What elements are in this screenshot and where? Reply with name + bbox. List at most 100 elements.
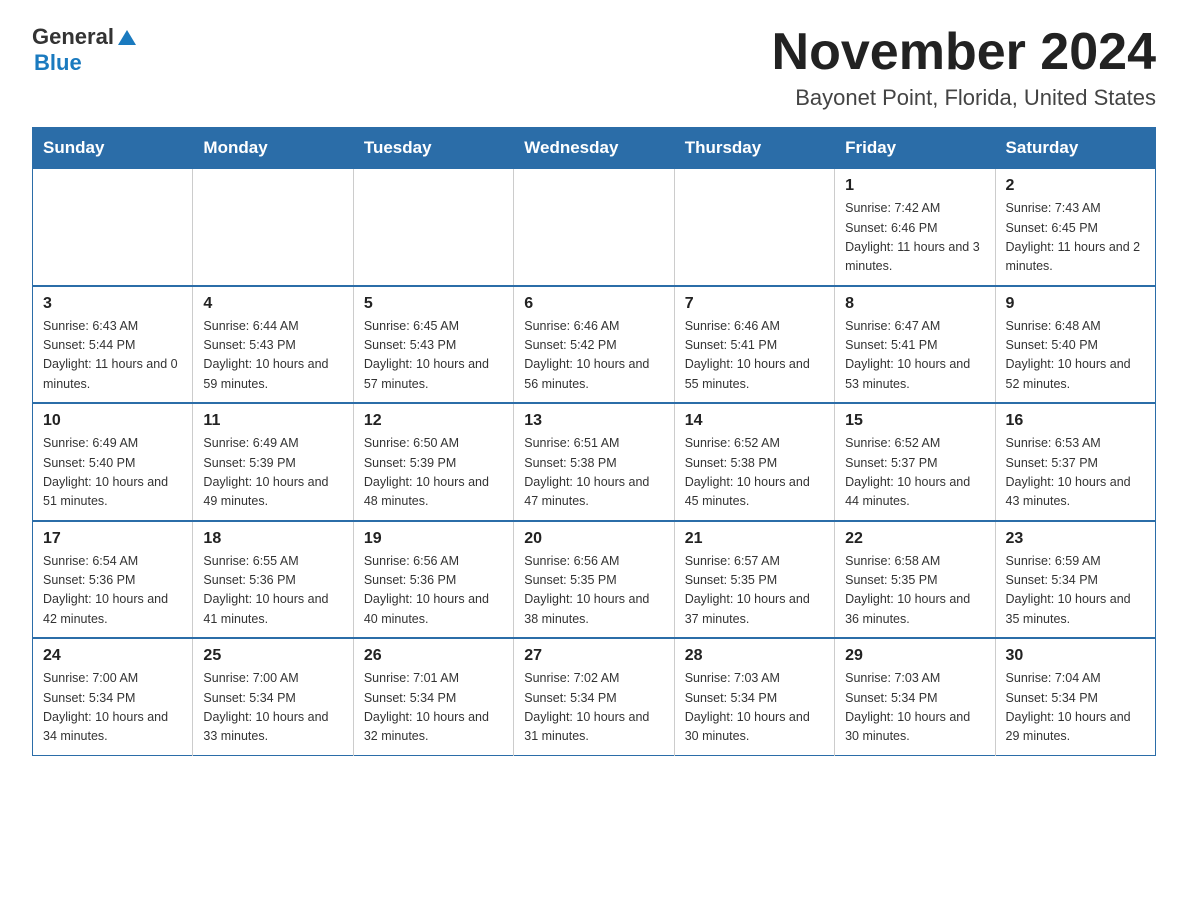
day-info: Sunrise: 6:47 AM Sunset: 5:41 PM Dayligh…	[845, 317, 984, 395]
day-info: Sunrise: 6:46 AM Sunset: 5:42 PM Dayligh…	[524, 317, 663, 395]
calendar-cell: 13 Sunrise: 6:51 AM Sunset: 5:38 PM Dayli…	[514, 403, 674, 521]
day-number: 24	[43, 647, 182, 665]
calendar-table: SundayMondayTuesdayWednesdayThursdayFrid…	[32, 127, 1156, 756]
calendar-body: 1Sunrise: 7:42 AM Sunset: 6:46 PM Daylig…	[33, 169, 1156, 756]
calendar-cell	[33, 169, 193, 286]
week-row-1: 1Sunrise: 7:42 AM Sunset: 6:46 PM Daylig…	[33, 169, 1156, 286]
calendar-header: SundayMondayTuesdayWednesdayThursdayFrid…	[33, 128, 1156, 169]
day-number: 23	[1006, 530, 1145, 548]
calendar-cell	[193, 169, 353, 286]
day-info: Sunrise: 6:50 AM Sunset: 5:39 PM Dayligh…	[364, 434, 503, 512]
calendar-cell: 17 Sunrise: 6:54 AM Sunset: 5:36 PM Dayli…	[33, 521, 193, 639]
calendar-cell: 3Sunrise: 6:43 AM Sunset: 5:44 PM Daylig…	[33, 286, 193, 404]
day-info: Sunrise: 6:44 AM Sunset: 5:43 PM Dayligh…	[203, 317, 342, 395]
day-info: Sunrise: 7:04 AM Sunset: 5:34 PM Dayligh…	[1006, 669, 1145, 747]
calendar-cell: 10Sunrise: 6:49 AM Sunset: 5:40 PM Dayli…	[33, 403, 193, 521]
header-cell-saturday: Saturday	[995, 128, 1155, 169]
day-info: Sunrise: 6:53 AM Sunset: 5:37 PM Dayligh…	[1006, 434, 1145, 512]
week-row-2: 3Sunrise: 6:43 AM Sunset: 5:44 PM Daylig…	[33, 286, 1156, 404]
logo-triangle-icon	[116, 27, 138, 49]
calendar-cell: 25Sunrise: 7:00 AM Sunset: 5:34 PM Dayli…	[193, 638, 353, 755]
header-row: SundayMondayTuesdayWednesdayThursdayFrid…	[33, 128, 1156, 169]
day-number: 22	[845, 530, 984, 548]
day-info: Sunrise: 6:51 AM Sunset: 5:38 PM Dayligh…	[524, 434, 663, 512]
day-number: 7	[685, 295, 824, 313]
day-number: 30	[1006, 647, 1145, 665]
calendar-cell: 14Sunrise: 6:52 AM Sunset: 5:38 PM Dayli…	[674, 403, 834, 521]
day-number: 10	[43, 412, 182, 430]
header-cell-tuesday: Tuesday	[353, 128, 513, 169]
calendar-cell: 5 Sunrise: 6:45 AM Sunset: 5:43 PM Daylig…	[353, 286, 513, 404]
calendar-cell: 22 Sunrise: 6:58 AM Sunset: 5:35 PM Dayli…	[835, 521, 995, 639]
week-row-5: 24 Sunrise: 7:00 AM Sunset: 5:34 PM Dayli…	[33, 638, 1156, 755]
day-info: Sunrise: 7:43 AM Sunset: 6:45 PM Dayligh…	[1006, 199, 1145, 277]
calendar-cell: 4Sunrise: 6:44 AM Sunset: 5:43 PM Daylig…	[193, 286, 353, 404]
day-number: 26	[364, 647, 503, 665]
page-header: General Blue November 2024 Bayonet Point…	[32, 24, 1156, 111]
calendar-cell: 26Sunrise: 7:01 AM Sunset: 5:34 PM Dayli…	[353, 638, 513, 755]
day-info: Sunrise: 6:46 AM Sunset: 5:41 PM Dayligh…	[685, 317, 824, 395]
calendar-cell: 18 Sunrise: 6:55 AM Sunset: 5:36 PM Dayli…	[193, 521, 353, 639]
calendar-cell	[353, 169, 513, 286]
day-info: Sunrise: 6:45 AM Sunset: 5:43 PM Dayligh…	[364, 317, 503, 395]
day-number: 29	[845, 647, 984, 665]
day-info: Sunrise: 6:49 AM Sunset: 5:39 PM Dayligh…	[203, 434, 342, 512]
calendar-cell: 8 Sunrise: 6:47 AM Sunset: 5:41 PM Daylig…	[835, 286, 995, 404]
day-number: 20	[524, 530, 663, 548]
logo: General Blue	[32, 24, 138, 76]
calendar-cell: 21Sunrise: 6:57 AM Sunset: 5:35 PM Dayli…	[674, 521, 834, 639]
day-number: 19	[364, 530, 503, 548]
calendar-cell: 9Sunrise: 6:48 AM Sunset: 5:40 PM Daylig…	[995, 286, 1155, 404]
day-info: Sunrise: 7:03 AM Sunset: 5:34 PM Dayligh…	[685, 669, 824, 747]
day-number: 18	[203, 530, 342, 548]
day-number: 25	[203, 647, 342, 665]
week-row-4: 17 Sunrise: 6:54 AM Sunset: 5:36 PM Dayli…	[33, 521, 1156, 639]
calendar-cell: 15 Sunrise: 6:52 AM Sunset: 5:37 PM Dayli…	[835, 403, 995, 521]
calendar-cell: 6 Sunrise: 6:46 AM Sunset: 5:42 PM Daylig…	[514, 286, 674, 404]
calendar-cell: 19 Sunrise: 6:56 AM Sunset: 5:36 PM Dayli…	[353, 521, 513, 639]
calendar-cell: 1Sunrise: 7:42 AM Sunset: 6:46 PM Daylig…	[835, 169, 995, 286]
day-info: Sunrise: 6:56 AM Sunset: 5:36 PM Dayligh…	[364, 552, 503, 630]
day-info: Sunrise: 6:55 AM Sunset: 5:36 PM Dayligh…	[203, 552, 342, 630]
day-info: Sunrise: 7:02 AM Sunset: 5:34 PM Dayligh…	[524, 669, 663, 747]
day-number: 16	[1006, 412, 1145, 430]
calendar-cell: 2 Sunrise: 7:43 AM Sunset: 6:45 PM Daylig…	[995, 169, 1155, 286]
day-number: 8	[845, 295, 984, 313]
day-number: 12	[364, 412, 503, 430]
calendar-cell: 7 Sunrise: 6:46 AM Sunset: 5:41 PM Daylig…	[674, 286, 834, 404]
calendar-cell: 29 Sunrise: 7:03 AM Sunset: 5:34 PM Dayli…	[835, 638, 995, 755]
day-info: Sunrise: 6:54 AM Sunset: 5:36 PM Dayligh…	[43, 552, 182, 630]
calendar-cell: 28Sunrise: 7:03 AM Sunset: 5:34 PM Dayli…	[674, 638, 834, 755]
title-area: November 2024 Bayonet Point, Florida, Un…	[772, 24, 1156, 111]
day-info: Sunrise: 7:00 AM Sunset: 5:34 PM Dayligh…	[43, 669, 182, 747]
day-number: 6	[524, 295, 663, 313]
calendar-cell: 27Sunrise: 7:02 AM Sunset: 5:34 PM Dayli…	[514, 638, 674, 755]
calendar-cell: 16 Sunrise: 6:53 AM Sunset: 5:37 PM Dayli…	[995, 403, 1155, 521]
calendar-cell: 11Sunrise: 6:49 AM Sunset: 5:39 PM Dayli…	[193, 403, 353, 521]
day-number: 13	[524, 412, 663, 430]
day-info: Sunrise: 6:43 AM Sunset: 5:44 PM Dayligh…	[43, 317, 182, 395]
calendar-cell: 23 Sunrise: 6:59 AM Sunset: 5:34 PM Dayli…	[995, 521, 1155, 639]
day-info: Sunrise: 6:56 AM Sunset: 5:35 PM Dayligh…	[524, 552, 663, 630]
logo-blue-text: Blue	[34, 50, 82, 76]
calendar-cell: 20 Sunrise: 6:56 AM Sunset: 5:35 PM Dayli…	[514, 521, 674, 639]
day-info: Sunrise: 6:52 AM Sunset: 5:37 PM Dayligh…	[845, 434, 984, 512]
header-cell-thursday: Thursday	[674, 128, 834, 169]
day-info: Sunrise: 6:59 AM Sunset: 5:34 PM Dayligh…	[1006, 552, 1145, 630]
day-number: 5	[364, 295, 503, 313]
day-number: 2	[1006, 177, 1145, 195]
calendar-cell	[674, 169, 834, 286]
calendar-cell: 30 Sunrise: 7:04 AM Sunset: 5:34 PM Dayli…	[995, 638, 1155, 755]
header-cell-monday: Monday	[193, 128, 353, 169]
day-number: 15	[845, 412, 984, 430]
day-number: 17	[43, 530, 182, 548]
day-info: Sunrise: 6:58 AM Sunset: 5:35 PM Dayligh…	[845, 552, 984, 630]
header-cell-wednesday: Wednesday	[514, 128, 674, 169]
header-cell-friday: Friday	[835, 128, 995, 169]
day-info: Sunrise: 6:48 AM Sunset: 5:40 PM Dayligh…	[1006, 317, 1145, 395]
week-row-3: 10Sunrise: 6:49 AM Sunset: 5:40 PM Dayli…	[33, 403, 1156, 521]
calendar-cell	[514, 169, 674, 286]
day-info: Sunrise: 7:42 AM Sunset: 6:46 PM Dayligh…	[845, 199, 984, 277]
day-info: Sunrise: 7:03 AM Sunset: 5:34 PM Dayligh…	[845, 669, 984, 747]
calendar-subtitle: Bayonet Point, Florida, United States	[772, 85, 1156, 111]
